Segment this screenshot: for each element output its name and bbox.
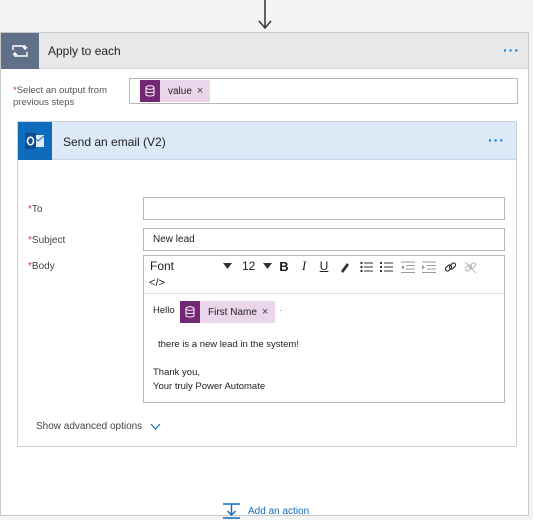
apply-to-each-card: Apply to each ··· *Select an output from… [0, 32, 529, 519]
outlook-icon [18, 122, 52, 160]
apply-to-each-title: Apply to each [48, 44, 121, 58]
loop-more-options-button[interactable]: ··· [503, 42, 520, 58]
body-editor[interactable]: Font 12 B I U </> Hello First Name × · t… [143, 255, 505, 403]
link-icon[interactable] [442, 259, 458, 275]
add-an-action-button[interactable]: Add an action [223, 502, 309, 520]
font-family-select[interactable]: Font [150, 259, 232, 273]
body-after-token-text: · [279, 305, 283, 316]
body-line-3: Your truly Power Automate [153, 381, 266, 392]
database-icon [140, 80, 160, 102]
editor-toolbar: Font 12 B I U </> [144, 256, 504, 294]
database-icon [180, 301, 200, 323]
loop-icon [1, 33, 39, 69]
outdent-icon[interactable] [400, 259, 416, 275]
to-label: *To [28, 204, 43, 215]
highlight-icon[interactable] [337, 259, 353, 275]
insert-step-icon [223, 503, 240, 519]
show-advanced-options-button[interactable]: Show advanced options [36, 421, 161, 432]
code-view-icon[interactable]: </> [148, 276, 166, 290]
bullet-list-icon[interactable] [358, 259, 374, 275]
down-arrow-icon [258, 0, 272, 30]
value-token-remove-button[interactable]: × [197, 85, 210, 97]
body-line-2: Thank you, [153, 367, 200, 378]
subject-label: *Subject [28, 235, 66, 246]
first-name-token-label: First Name [208, 306, 257, 318]
underline-icon[interactable]: U [316, 258, 332, 274]
value-token[interactable]: value × [140, 80, 211, 102]
chevron-down-icon [223, 263, 232, 269]
value-token-label: value [168, 85, 192, 97]
chevron-down-icon [263, 263, 272, 269]
indent-icon[interactable] [421, 259, 437, 275]
send-email-title: Send an email (V2) [63, 135, 166, 149]
send-email-header[interactable]: Send an email (V2) ··· [18, 122, 516, 160]
first-name-token-remove-button[interactable]: × [262, 306, 275, 318]
chevron-down-icon [150, 423, 161, 430]
select-output-label: *Select an output from previous steps [13, 85, 108, 108]
send-email-card: Send an email (V2) ··· *To *Subject New … [17, 121, 517, 447]
email-more-options-button[interactable]: ··· [488, 132, 505, 148]
unlink-icon[interactable] [462, 259, 478, 275]
select-output-input[interactable]: value × [129, 78, 518, 104]
bold-icon[interactable]: B [276, 258, 292, 274]
first-name-token[interactable]: First Name × [180, 301, 276, 323]
font-size-select[interactable]: 12 [242, 259, 272, 273]
italic-icon[interactable]: I [296, 258, 312, 274]
apply-to-each-header[interactable]: Apply to each ··· [1, 33, 528, 69]
body-label: *Body [28, 261, 55, 272]
body-hello-text: Hello [153, 305, 175, 316]
body-line-1: there is a new lead in the system! [158, 339, 299, 350]
subject-input[interactable]: New lead [143, 228, 505, 251]
to-input[interactable] [143, 197, 505, 220]
numbered-list-icon[interactable] [378, 259, 394, 275]
